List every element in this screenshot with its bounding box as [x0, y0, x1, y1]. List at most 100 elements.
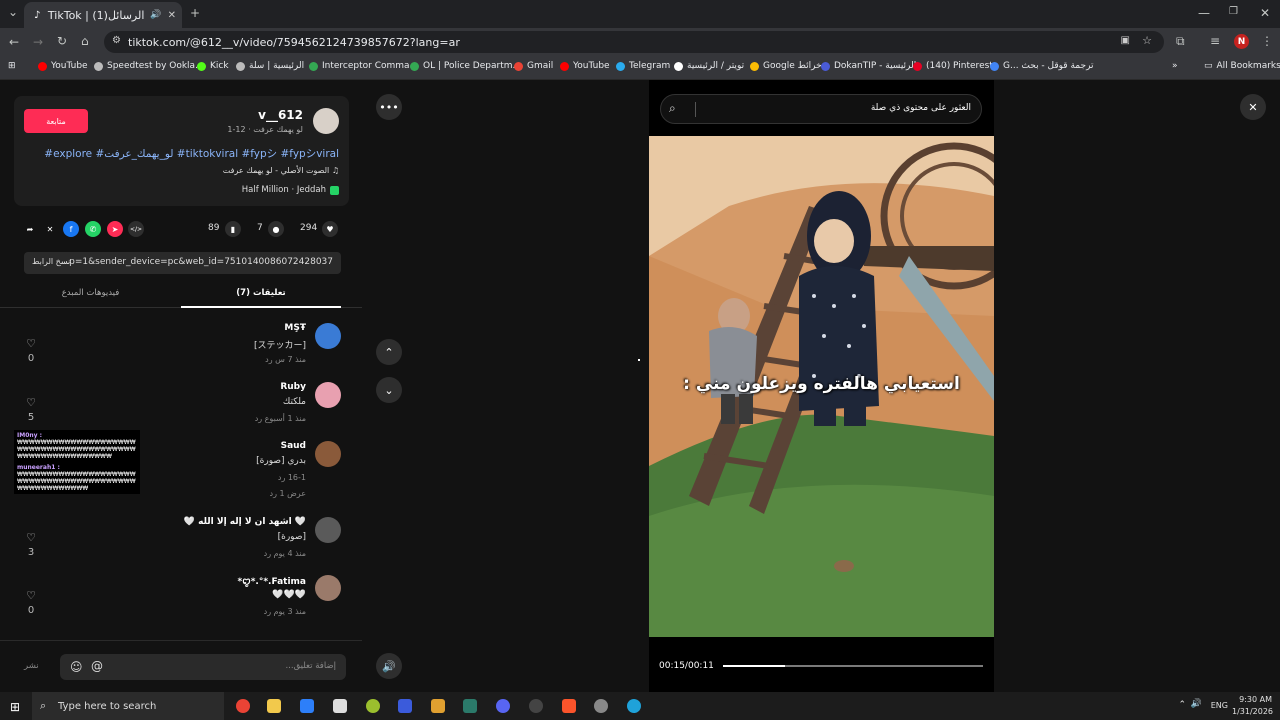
comment-meta[interactable]: منذ 3 يوم رد	[264, 607, 306, 616]
video-player[interactable]: ⌕ العثور على محتوى ذي صلة استعيابي هالفت…	[649, 80, 994, 692]
settings-gear-icon[interactable]	[594, 699, 608, 713]
app-orange-icon[interactable]	[431, 699, 445, 713]
search-icon[interactable]: ⌕	[669, 101, 676, 116]
comment-meta[interactable]: منذ 4 يوم رد	[264, 549, 306, 558]
related-search-box[interactable]: ⌕ العثور على محتوى ذي صلة	[660, 94, 982, 124]
embed-code-icon[interactable]: </>	[128, 221, 144, 237]
install-app-icon[interactable]: ▣	[1121, 35, 1130, 46]
bookmark-star-icon[interactable]: ☆	[1142, 34, 1152, 47]
bookmark-item[interactable]: YouTube	[560, 61, 610, 71]
tray-chevron-icon[interactable]: ⌃	[1178, 700, 1186, 710]
comment-meta[interactable]: منذ 7 س رد	[265, 355, 306, 364]
new-tab-icon[interactable]: +	[190, 7, 200, 19]
all-bookmarks-folder[interactable]: ▭ All Bookmarks	[1204, 61, 1280, 71]
heart-icon[interactable]: ♥	[322, 221, 338, 237]
comment-like-icon[interactable]: ♡	[24, 396, 38, 409]
creator-username[interactable]: v__612	[258, 108, 303, 122]
commenter-avatar[interactable]	[315, 323, 341, 349]
commenter-avatar[interactable]	[315, 517, 341, 543]
comment-meta[interactable]: منذ 1 أسبوع رد	[255, 414, 306, 423]
media-control-icon[interactable]: ≡	[1210, 35, 1220, 47]
back-icon[interactable]: ←	[9, 36, 19, 48]
follow-button[interactable]: متابعة	[24, 109, 88, 133]
commenter-name[interactable]: Ruby	[280, 382, 306, 392]
post-hashtags[interactable]: #explore #لو_يهمك_عرفت #tiktokviral #fyp…	[44, 146, 339, 161]
brave-icon[interactable]	[562, 699, 576, 713]
tray-volume-icon[interactable]: 🔊	[1191, 699, 1202, 709]
taskbar-search[interactable]: ⌕ Type here to search	[32, 692, 224, 720]
chrome-taskbar-icon[interactable]	[236, 699, 250, 713]
bookmark-item[interactable]: الرئيسية | سلة	[236, 61, 304, 71]
discord-icon[interactable]	[496, 699, 510, 713]
comment-like-icon[interactable]: ♡	[24, 589, 38, 602]
minimize-icon[interactable]: —	[1198, 7, 1210, 19]
bookmark-item[interactable]: Telegram	[616, 61, 670, 71]
bookmark-item[interactable]: Interceptor Comma...	[309, 61, 418, 71]
volume-icon[interactable]: 🔊	[376, 653, 402, 679]
comment-icon[interactable]: ●	[268, 221, 284, 237]
comment-like-icon[interactable]: ♡	[24, 531, 38, 544]
tab-tiktok[interactable]: ♪ TikTok | (1)الرسائل 🔊 ✕	[24, 2, 182, 28]
tab-audio-icon[interactable]: 🔊	[150, 10, 161, 20]
edge-icon[interactable]	[627, 699, 641, 713]
bookmark-item[interactable]: Speedtest by Ookla...	[94, 61, 204, 71]
menu-kebab-icon[interactable]: ⋮	[1261, 35, 1273, 47]
extensions-icon[interactable]: ⧉	[1176, 35, 1185, 47]
commenter-name[interactable]: ꨄ*.°*.Fatima*	[238, 575, 306, 588]
comment-meta[interactable]: 16-1 رد	[278, 473, 306, 482]
tray-language[interactable]: ENG	[1211, 701, 1228, 710]
restore-icon[interactable]: ❐	[1229, 7, 1238, 17]
mail-icon[interactable]	[333, 699, 347, 713]
location-row[interactable]: Half Million · Jeddah	[242, 185, 339, 195]
bookmark-item[interactable]: G... ترجمة قوقل - بحث	[990, 61, 1094, 71]
bookmark-item[interactable]: OL | Police Departm...	[410, 61, 521, 71]
reload-icon[interactable]: ↻	[57, 35, 67, 47]
site-info-icon[interactable]: ⚙	[112, 35, 121, 46]
whatsapp-share-icon[interactable]: ✆	[85, 221, 101, 237]
mention-icon[interactable]: @	[91, 659, 103, 673]
send-share-icon[interactable]: ➤	[107, 221, 123, 237]
commenter-name[interactable]: MŞŦ	[284, 323, 306, 333]
forward-icon[interactable]: →	[33, 36, 43, 48]
bookmark-item[interactable]: (140) Pinterest	[913, 61, 993, 71]
facebook-share-icon[interactable]: f	[63, 221, 79, 237]
share-arrow-icon[interactable]: ➦	[22, 221, 38, 237]
home-icon[interactable]: ⌂	[81, 35, 89, 47]
commenter-name[interactable]: 🤍 اشهد ان لا إله إلا الله 🤍	[184, 517, 306, 527]
tray-clock[interactable]: 9:30 AM 1/31/2026	[1232, 694, 1273, 718]
tab-search-icon[interactable]: ⌄	[8, 6, 18, 18]
excel-icon[interactable]	[463, 699, 477, 713]
bookmark-item[interactable]: Google خرائط	[750, 61, 822, 71]
bookmark-item[interactable]: Gmail	[514, 61, 553, 71]
bookmark-item[interactable]: YouTube	[38, 61, 88, 71]
creator-avatar[interactable]	[313, 108, 339, 134]
app-green-icon[interactable]	[366, 699, 380, 713]
tab-comments[interactable]: (7) تعليقات	[181, 280, 341, 308]
address-bar[interactable]: ⚙ tiktok.com/@612__v/video/7594562124739…	[104, 31, 1164, 53]
emoji-icon[interactable]: ☺	[70, 660, 83, 674]
previous-video-icon[interactable]: ⌃	[376, 339, 402, 365]
sound-row[interactable]: ♫ الصوت الأصلي - لو يهمك عرفت	[223, 166, 339, 175]
app-gray-icon[interactable]	[529, 699, 543, 713]
commenter-avatar[interactable]	[315, 575, 341, 601]
apps-grid-icon[interactable]: ⊞	[8, 61, 16, 71]
tab-close-icon[interactable]: ✕	[168, 10, 176, 21]
bookmark-item[interactable]: DokanTIP - الرئيسية	[821, 61, 916, 71]
profile-avatar[interactable]: N	[1234, 34, 1249, 49]
file-explorer-icon[interactable]	[267, 699, 281, 713]
close-window-icon[interactable]: ✕	[1260, 7, 1270, 19]
commenter-avatar[interactable]	[315, 441, 341, 467]
x-share-icon[interactable]: ✕	[42, 221, 58, 237]
post-comment-button[interactable]: نشر	[24, 661, 39, 671]
commenter-name[interactable]: Saud	[281, 441, 306, 451]
store-icon[interactable]	[300, 699, 314, 713]
bookmark-icon[interactable]: ▮	[225, 221, 241, 237]
view-replies-link[interactable]: عرض 1 رد	[270, 489, 306, 498]
video-progress-bar[interactable]	[723, 665, 983, 667]
windows-start-icon[interactable]: ⊞	[10, 700, 20, 714]
bookmark-item[interactable]: Kick	[197, 61, 229, 71]
comment-like-icon[interactable]: ♡	[24, 337, 38, 350]
tab-creator-videos[interactable]: فيديوهات المبدع	[0, 280, 181, 308]
more-options-icon[interactable]: •••	[376, 94, 402, 120]
bookmarks-overflow-icon[interactable]: »	[1172, 61, 1178, 71]
